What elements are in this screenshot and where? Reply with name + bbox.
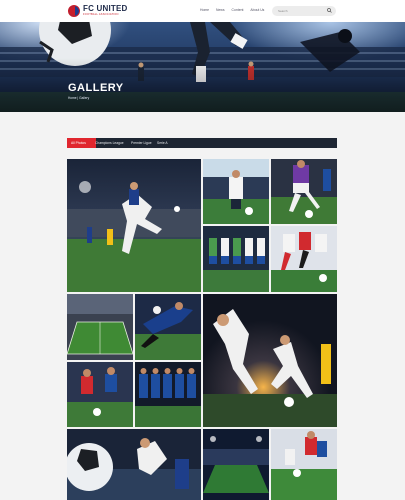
nav-item-news[interactable]: News bbox=[216, 8, 224, 14]
photo-player-kneeling-ball[interactable] bbox=[203, 159, 269, 224]
photo-night-match-action[interactable] bbox=[203, 294, 337, 427]
search-placeholder: Search bbox=[278, 9, 288, 13]
photo-team-lineup-blue[interactable] bbox=[135, 362, 201, 427]
search-icon[interactable] bbox=[327, 8, 332, 13]
photo-players-red-white[interactable] bbox=[271, 226, 337, 292]
tab-champions-league[interactable]: Champions League bbox=[95, 138, 124, 148]
hero-overlay bbox=[0, 22, 405, 112]
search-input[interactable]: Search bbox=[272, 6, 336, 16]
photo-stadium-night[interactable] bbox=[203, 429, 269, 500]
photo-bicycle-kick-stadium[interactable] bbox=[67, 159, 201, 292]
tab-premier-ligue[interactable]: Premier Ligue bbox=[131, 138, 152, 148]
photo-ball-kick-night[interactable] bbox=[67, 429, 201, 500]
brand-tagline: FOOTBALL ASSOCIATION bbox=[83, 13, 119, 16]
photo-stadium-aerial[interactable] bbox=[67, 294, 133, 360]
site-header: FC UNITED FOOTBALL ASSOCIATION Home News… bbox=[0, 0, 405, 22]
logo[interactable]: FC UNITED FOOTBALL ASSOCIATION bbox=[68, 4, 128, 18]
main-nav: Home News Content About Us bbox=[200, 8, 264, 14]
nav-item-about[interactable]: About Us bbox=[250, 8, 264, 14]
tab-serie-a[interactable]: Serie A bbox=[157, 138, 168, 148]
photo-player-dribbling-purple[interactable] bbox=[271, 159, 337, 224]
nav-item-home[interactable]: Home bbox=[200, 8, 209, 14]
nav-item-content[interactable]: Content bbox=[232, 8, 244, 14]
tab-all-photos[interactable]: All Photos bbox=[67, 138, 96, 148]
photo-team-lineup-green[interactable] bbox=[203, 226, 269, 292]
page-title: GALLERY bbox=[68, 82, 124, 94]
gallery-filter-tabs: All Photos Champions League Premier Ligu… bbox=[67, 138, 337, 148]
breadcrumb[interactable]: Home | Gallery bbox=[68, 96, 89, 100]
photo-goalkeeper-dive[interactable] bbox=[135, 294, 201, 360]
photo-youth-players[interactable] bbox=[271, 429, 337, 500]
brand-name: FC UNITED bbox=[83, 4, 128, 13]
hero-banner: GALLERY Home | Gallery bbox=[0, 22, 405, 112]
club-crest-icon bbox=[68, 5, 80, 17]
photo-players-challenge[interactable] bbox=[67, 362, 133, 427]
